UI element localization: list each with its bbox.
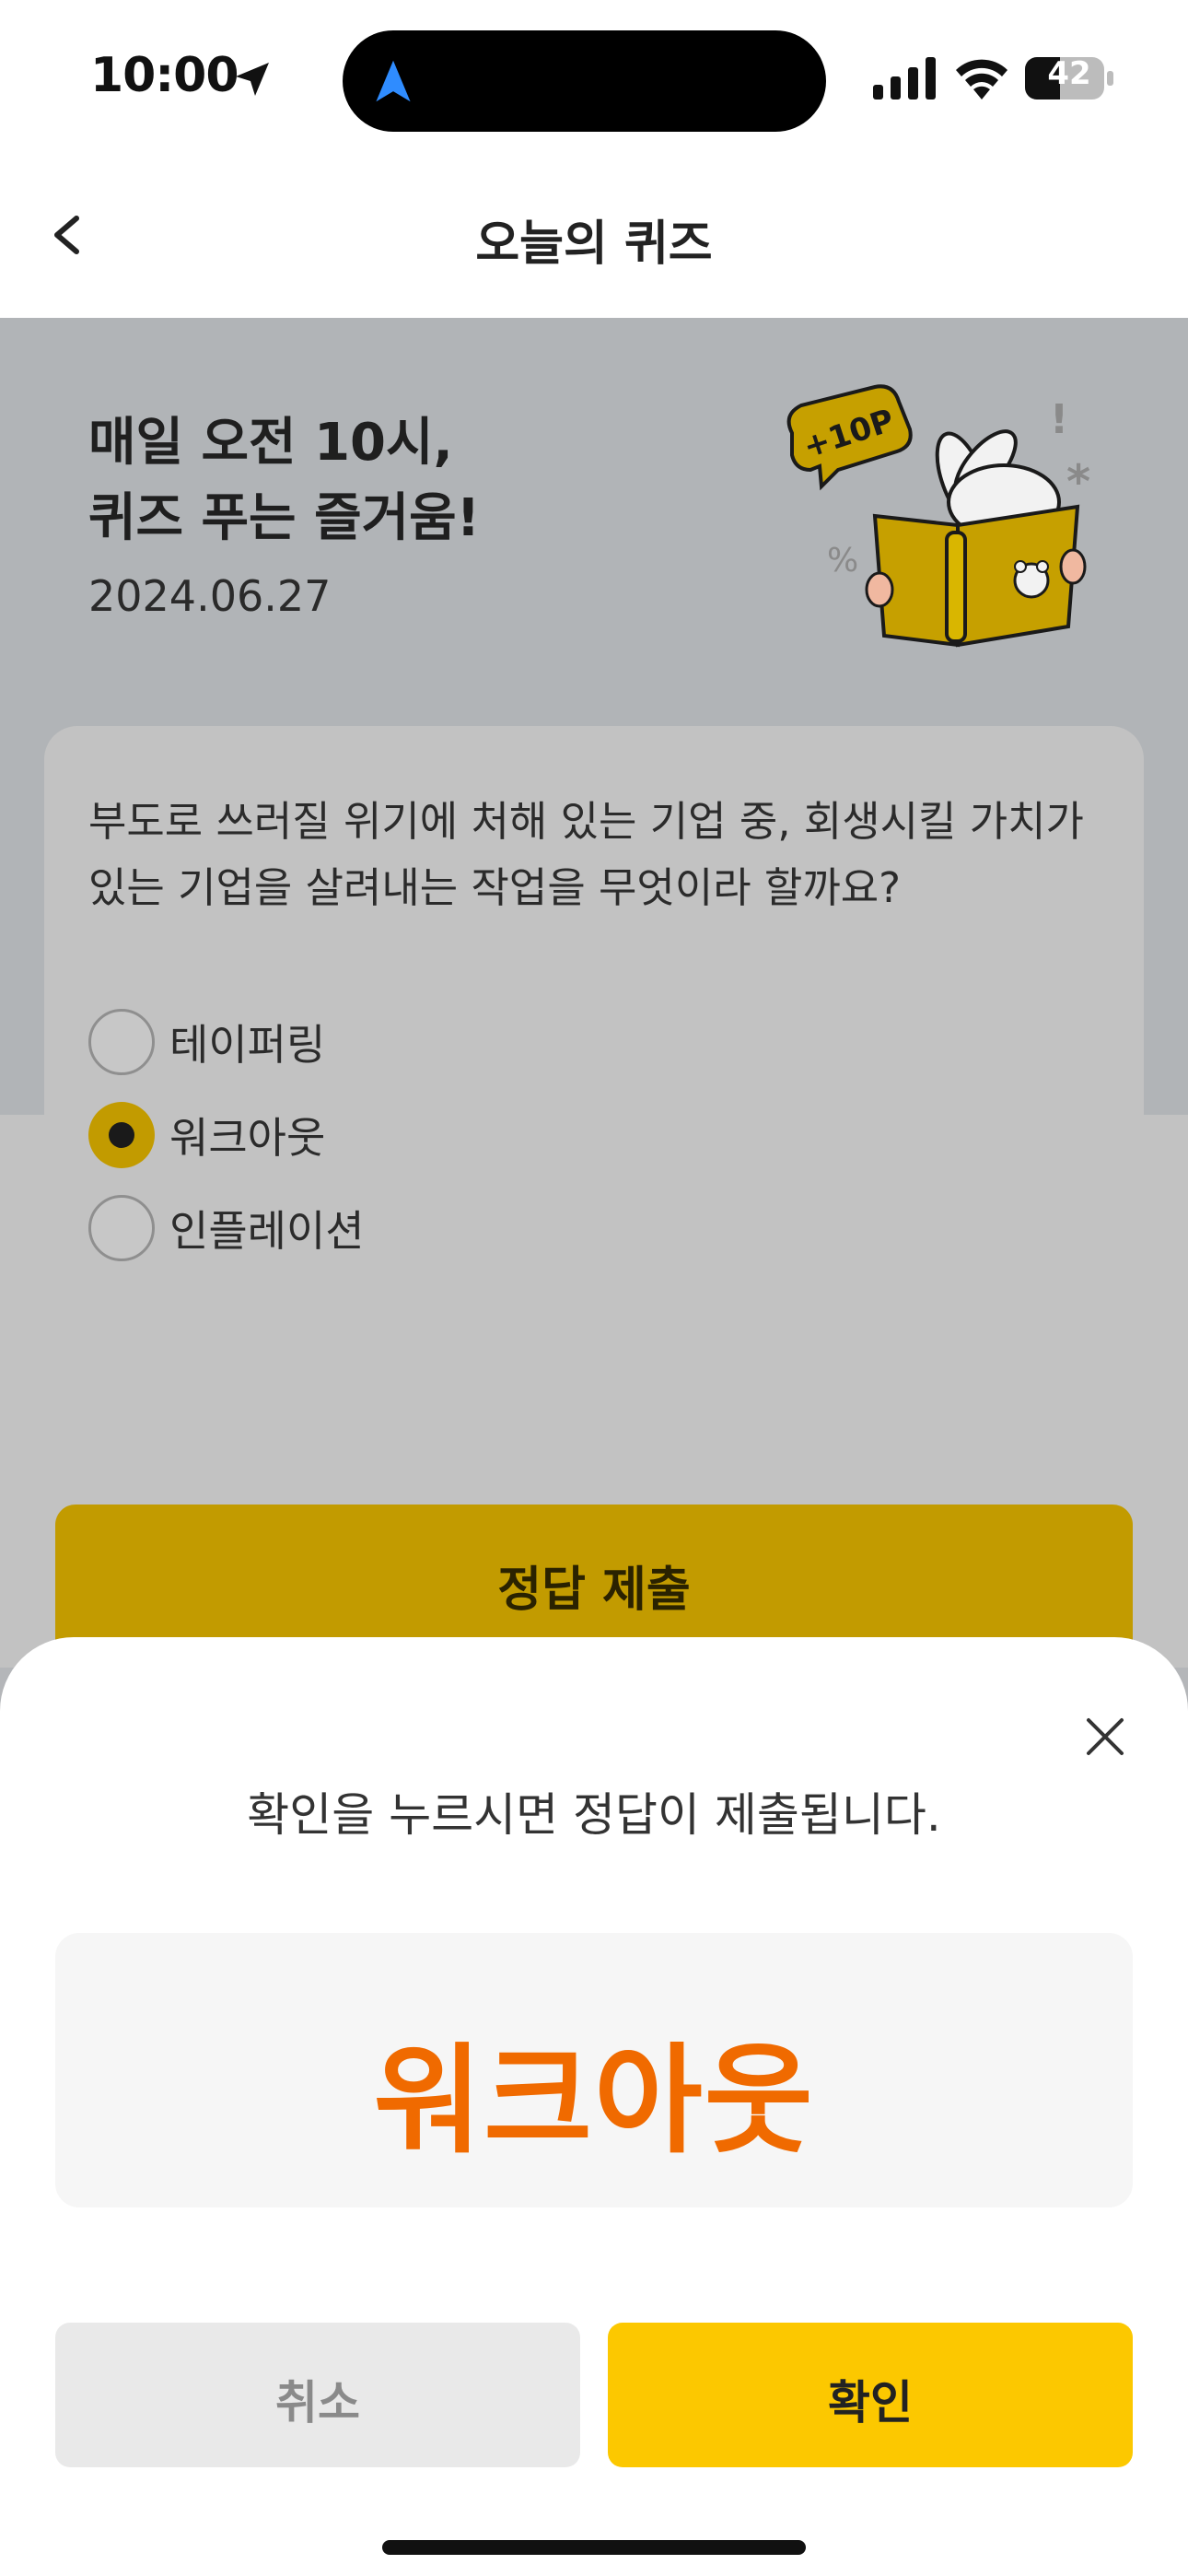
svg-text:!: ! [1050, 396, 1068, 443]
battery-level: 42 [1047, 55, 1091, 92]
confirm-button-label: 확인 [828, 2376, 913, 2430]
rabbit-reading-book-illustration: +10P ! * % [786, 384, 1090, 648]
submit-answer-label: 정답 제출 [497, 1563, 691, 1618]
option-inflation[interactable]: 인플레이션 [88, 1195, 365, 1261]
svg-text:%: % [827, 542, 858, 580]
selected-answer-text: 워크아웃 [373, 2032, 815, 2170]
hero-title-line1: 매일 오전 10시, [88, 413, 453, 473]
option-label: 인플레이션 [169, 1206, 365, 1256]
quiz-question: 부도로 쓰러질 위기에 처해 있는 기업 중, 회생시킬 가치가 있는 기업을 … [88, 797, 1084, 912]
home-indicator[interactable] [382, 2540, 806, 2555]
radio-button[interactable] [88, 1195, 155, 1261]
quiz-date: 2024.06.27 [88, 571, 332, 621]
confirm-message: 확인을 누르시면 정답이 제출됩니다. [247, 1788, 941, 1842]
cellular-signal-icon [873, 57, 936, 100]
option-workout[interactable]: 워크아웃 [88, 1102, 325, 1168]
confirm-button[interactable]: 확인 [608, 2323, 1133, 2467]
dynamic-island [343, 30, 826, 132]
option-taper[interactable]: 테이퍼링 [88, 1009, 325, 1075]
points-badge: +10P [786, 384, 913, 491]
svg-text:*: * [1066, 455, 1090, 509]
page-title: 오늘의 퀴즈 [475, 217, 713, 272]
selected-answer-box: 워크아웃 [55, 1933, 1133, 2207]
status-bar: 10:00 42 [0, 0, 1188, 157]
hero-title: 매일 오전 10시, 퀴즈 푸는 즐거움! [88, 405, 480, 556]
option-label: 워크아웃 [169, 1113, 326, 1163]
close-icon[interactable] [1077, 1709, 1133, 1764]
radio-button[interactable] [88, 1009, 155, 1075]
radio-button-selected[interactable] [88, 1102, 155, 1168]
wifi-icon [956, 59, 1007, 100]
option-label: 테이퍼링 [169, 1020, 326, 1070]
hero-title-line2: 퀴즈 푸는 즐거움! [88, 488, 481, 548]
navigation-icon [376, 60, 411, 102]
cancel-button-label: 취소 [275, 2376, 360, 2430]
navigation-header: 오늘의 퀴즈 [0, 157, 1188, 318]
cancel-button[interactable]: 취소 [55, 2323, 580, 2467]
location-arrow-icon [236, 63, 269, 96]
status-time: 10:00 [90, 48, 239, 103]
